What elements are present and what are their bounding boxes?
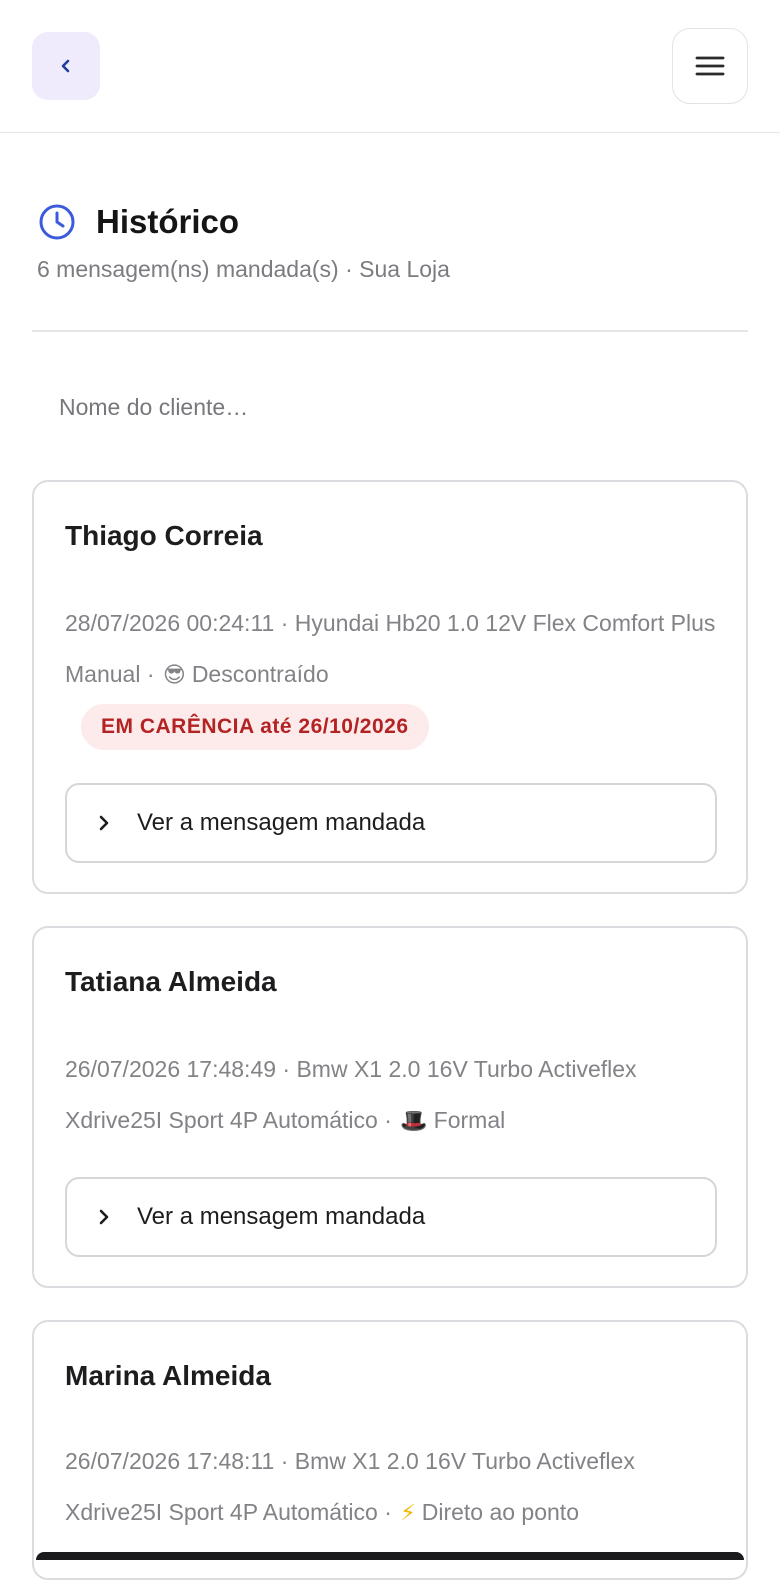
hamburger-menu-icon xyxy=(695,56,725,76)
view-message-button[interactable]: Ver a mensagem mandada xyxy=(65,783,717,863)
clock-icon xyxy=(39,204,75,240)
view-message-label: Ver a mensagem mandada xyxy=(137,1203,426,1230)
chevron-right-icon xyxy=(99,1209,109,1225)
tone-label: Descontraído xyxy=(191,661,329,687)
chevron-left-icon xyxy=(61,59,70,73)
bottom-overlay xyxy=(36,1552,744,1560)
client-name: Tatiana Almeida xyxy=(65,966,277,997)
sunglasses-emoji-icon: 😎 xyxy=(162,663,186,688)
page-subtitle: 6 mensagem(ns) mandada(s) · Sua Loja xyxy=(37,256,450,282)
status-badge: EM CARÊNCIA até 26/10/2026 xyxy=(81,704,429,750)
message-meta: 28/07/2026 00:24:11 · Hyundai Hb20 1.0 1… xyxy=(65,598,725,701)
message-card: Thiago Correia 28/07/2026 00:24:11 · Hyu… xyxy=(32,480,748,894)
view-message-button[interactable]: Ver a mensagem mandada xyxy=(65,1177,717,1257)
page-title: Histórico xyxy=(96,203,240,240)
page-heading: Histórico xyxy=(38,198,239,246)
client-name: Thiago Correia xyxy=(65,520,263,551)
message-card: Marina Almeida 26/07/2026 17:48:11 · Bmw… xyxy=(32,1320,748,1580)
back-button[interactable] xyxy=(32,32,100,100)
chevron-right-icon xyxy=(99,815,109,831)
message-card: Tatiana Almeida 26/07/2026 17:48:49 · Bm… xyxy=(32,926,748,1288)
lightning-emoji-icon: ⚡ xyxy=(400,1501,416,1526)
message-meta: 26/07/2026 17:48:11 · Bmw X1 2.0 16V Tur… xyxy=(65,1436,725,1539)
meta-text: 26/07/2026 17:48:49 · Bmw X1 2.0 16V Tur… xyxy=(65,1056,637,1133)
message-meta: 26/07/2026 17:48:49 · Bmw X1 2.0 16V Tur… xyxy=(65,1044,725,1147)
tone-label: Direto ao ponto xyxy=(421,1499,579,1525)
client-name-search-input[interactable] xyxy=(32,372,748,442)
top-bar xyxy=(0,0,780,133)
divider xyxy=(32,330,748,332)
client-name: Marina Almeida xyxy=(65,1360,271,1391)
view-message-label: Ver a mensagem mandada xyxy=(137,809,426,836)
top-hat-emoji-icon: 🎩 xyxy=(400,1109,428,1134)
menu-button[interactable] xyxy=(672,28,748,104)
tone-label: Formal xyxy=(433,1107,506,1133)
